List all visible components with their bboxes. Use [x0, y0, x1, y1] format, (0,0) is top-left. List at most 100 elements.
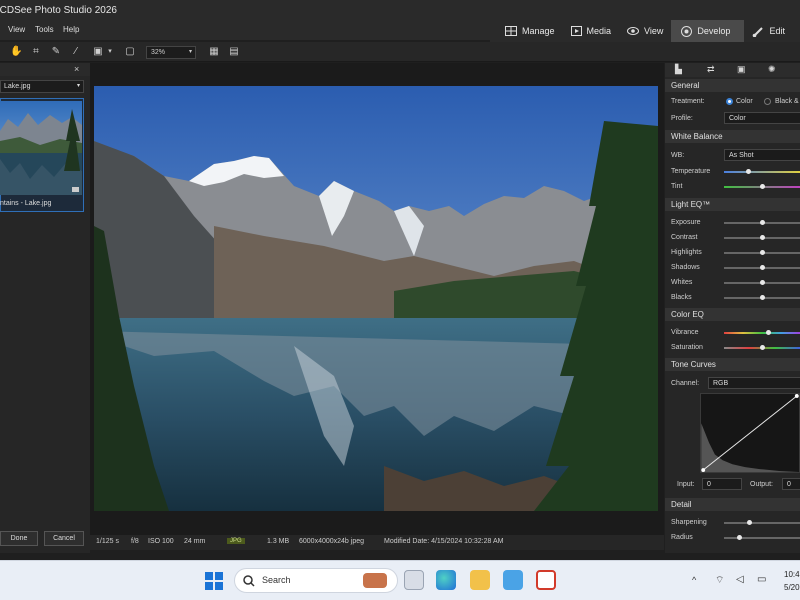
slider-knob[interactable]: [759, 345, 765, 350]
fit-icon[interactable]: ▢: [124, 46, 136, 58]
tab-manage[interactable]: Manage: [497, 20, 563, 42]
tab-media[interactable]: Media: [563, 20, 620, 42]
task-view-icon[interactable]: [404, 570, 424, 590]
slider-knob[interactable]: [759, 265, 765, 270]
chevron-down-icon: ▾: [188, 49, 192, 55]
wifi-icon[interactable]: ⌔: [715, 574, 724, 587]
profile-select[interactable]: Color: [724, 112, 800, 124]
contrast-slider[interactable]: [724, 235, 800, 240]
treatment-bw-radio[interactable]: [764, 98, 771, 105]
tone-curve-graph[interactable]: [700, 393, 800, 473]
tab-view-label: View: [644, 26, 664, 36]
treatment-bw-label: Black &: [775, 98, 799, 105]
taskbar-search[interactable]: Search: [234, 568, 398, 593]
section-tone-curves-header[interactable]: Tone Curves: [665, 358, 800, 371]
slider-knob[interactable]: [759, 295, 765, 300]
wb-select[interactable]: As Shot: [724, 149, 800, 161]
section-detail-header[interactable]: Detail: [665, 498, 800, 511]
section-light-eq-header[interactable]: Light EQ™: [665, 198, 800, 211]
clock-date[interactable]: 5/20: [784, 583, 800, 592]
zoom-select[interactable]: 32% ▾: [146, 46, 196, 59]
acdsee-app-icon[interactable]: [536, 570, 556, 590]
windows-start-icon[interactable]: [205, 572, 223, 590]
vibrance-label: Vibrance: [671, 329, 699, 336]
slider-knob[interactable]: [765, 330, 771, 335]
input-field[interactable]: 0: [702, 478, 742, 490]
compare-icon[interactable]: ▤: [228, 46, 240, 58]
channel-select[interactable]: RGB: [708, 377, 800, 389]
whites-slider[interactable]: [724, 280, 800, 285]
input-label: Input:: [677, 481, 695, 488]
slider-knob[interactable]: [745, 169, 751, 174]
left-panel-header: ×: [0, 63, 90, 76]
tab-develop[interactable]: Develop: [671, 20, 745, 42]
battery-icon[interactable]: ▭: [757, 574, 766, 585]
histogram-icon[interactable]: ▙: [675, 64, 682, 75]
cancel-button[interactable]: Cancel: [44, 531, 84, 546]
chevron-up-icon[interactable]: ^: [692, 575, 696, 585]
treatment-label: Treatment:: [671, 98, 705, 105]
tint-slider[interactable]: [724, 184, 800, 189]
hand-icon[interactable]: ✋: [10, 46, 22, 58]
clock-time[interactable]: 10:4: [784, 570, 800, 579]
frame-icon[interactable]: ▣: [92, 46, 104, 58]
curve-point[interactable]: [794, 394, 799, 398]
menu-view[interactable]: View: [8, 25, 25, 34]
geometry-icon[interactable]: ▣: [737, 64, 746, 75]
toolbar: [0, 42, 800, 62]
tab-view[interactable]: View: [619, 20, 671, 42]
tab-edit[interactable]: Edit: [744, 20, 793, 42]
slider-knob[interactable]: [759, 235, 765, 240]
section-color-eq-header[interactable]: Color EQ: [665, 308, 800, 321]
output-field[interactable]: 0: [782, 478, 800, 490]
temperature-slider[interactable]: [724, 169, 800, 174]
crop-icon[interactable]: ⌗: [30, 46, 42, 58]
shadows-slider[interactable]: [724, 265, 800, 270]
eyedropper-icon[interactable]: ⁄: [70, 46, 82, 58]
develop-icon: [681, 25, 693, 37]
file-select[interactable]: Lake.jpg ▾: [0, 80, 84, 93]
close-icon[interactable]: ×: [74, 64, 79, 74]
exposure-slider[interactable]: [724, 220, 800, 225]
effects-icon[interactable]: ✺: [768, 64, 776, 75]
treatment-color-radio[interactable]: [726, 98, 733, 105]
grid-icon[interactable]: ▦: [208, 46, 220, 58]
thumbnail-caption: ntains - Lake.jpg: [0, 200, 52, 207]
file-explorer-icon[interactable]: [470, 570, 490, 590]
edge-browser-icon[interactable]: [436, 570, 456, 590]
blacks-slider[interactable]: [724, 295, 800, 300]
section-white-balance-header[interactable]: White Balance: [665, 130, 800, 143]
exposure-label: Exposure: [671, 219, 701, 226]
section-general-header[interactable]: General: [665, 79, 800, 92]
status-modified: Modified Date: 4/15/2024 10:32:28 AM: [384, 538, 504, 545]
slider-knob[interactable]: [759, 220, 765, 225]
slider-knob[interactable]: [736, 535, 742, 540]
chevron-down-icon[interactable]: ▾: [104, 46, 116, 58]
slider-knob[interactable]: [759, 184, 765, 189]
done-button[interactable]: Done: [0, 531, 38, 546]
develop-panel-tabs: ▙ ⇄ ▣ ✺: [665, 63, 800, 77]
photos-app-icon[interactable]: [503, 570, 523, 590]
pen-icon[interactable]: ✎: [50, 46, 62, 58]
volume-icon[interactable]: ◁: [736, 574, 744, 585]
radius-slider[interactable]: [724, 535, 800, 540]
vibrance-slider[interactable]: [724, 330, 800, 335]
highlights-slider[interactable]: [724, 250, 800, 255]
media-icon: [570, 26, 582, 36]
search-highlight-icon: [363, 573, 387, 588]
saturation-slider[interactable]: [724, 345, 800, 350]
curve-point[interactable]: [701, 468, 706, 472]
slider-knob[interactable]: [746, 520, 752, 525]
sharpening-slider[interactable]: [724, 520, 800, 525]
profile-label: Profile:: [671, 115, 693, 122]
highlights-label: Highlights: [671, 249, 702, 256]
slider-knob[interactable]: [759, 280, 765, 285]
main-photo[interactable]: [94, 86, 658, 511]
menu-help[interactable]: Help: [63, 25, 79, 34]
zoom-value: 32%: [151, 49, 166, 56]
wb-label: WB:: [671, 152, 685, 159]
adjust-icon[interactable]: ⇄: [707, 64, 715, 75]
slider-knob[interactable]: [759, 250, 765, 255]
menu-tools[interactable]: Tools: [35, 25, 54, 34]
tab-media-label: Media: [586, 26, 612, 36]
